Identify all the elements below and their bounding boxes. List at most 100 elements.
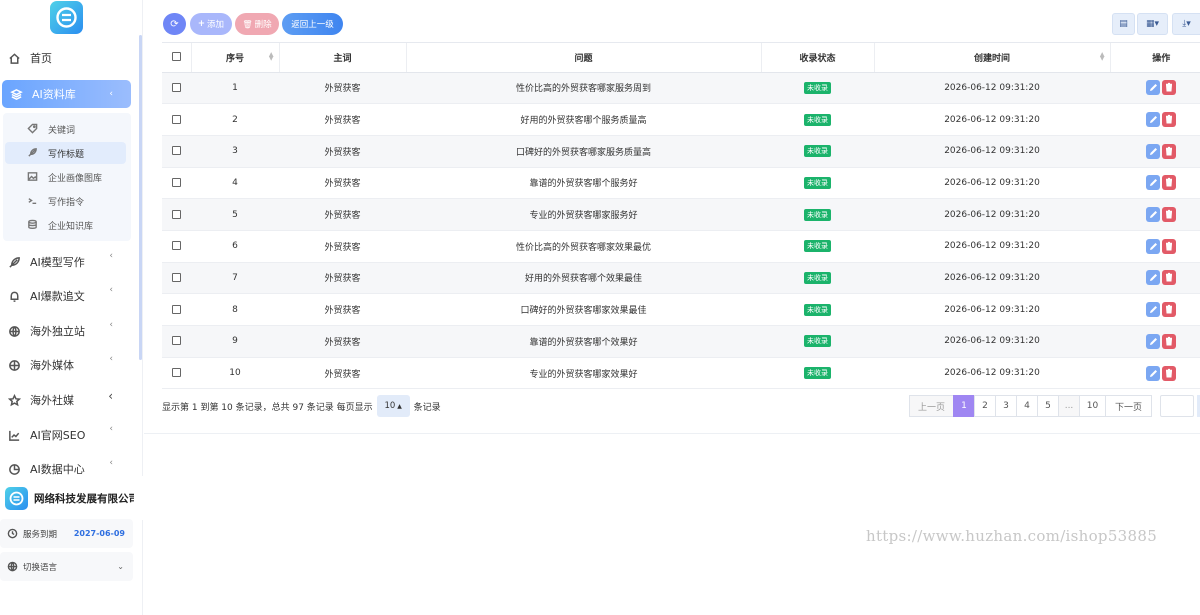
edit-button[interactable] bbox=[1146, 238, 1160, 254]
edit-button[interactable] bbox=[1146, 143, 1160, 159]
row-checkbox[interactable] bbox=[172, 114, 181, 124]
submenu-item-knowledge-base[interactable]: 企业知识库 bbox=[5, 214, 126, 236]
sidebar-item-overseas-social[interactable]: 海外社媒 ‹ bbox=[0, 386, 131, 414]
goto-page-input[interactable] bbox=[1160, 395, 1194, 417]
row-created: 2026-06-12 09:31:20 bbox=[874, 293, 1110, 326]
edit-button[interactable] bbox=[1146, 365, 1160, 381]
sidebar-item-overseas-media[interactable]: 海外媒体 ‹ bbox=[0, 351, 131, 379]
page-button[interactable]: 10 bbox=[1079, 395, 1106, 417]
columns-button[interactable]: ▦▾ bbox=[1137, 13, 1168, 35]
submenu-item-writing-titles[interactable]: 写作标题 bbox=[5, 142, 126, 164]
table-row[interactable]: 9 外贸获客 靠谱的外贸获客哪个效果好 未收录 2026-06-12 09:31:20 bbox=[162, 325, 1200, 358]
trash-icon bbox=[1165, 114, 1173, 124]
page-button[interactable]: 3 bbox=[995, 395, 1017, 417]
row-delete-button[interactable] bbox=[1162, 333, 1176, 349]
table-row[interactable]: 10 外贸获客 专业的外贸获客哪家效果好 未收录 2026-06-12 09:31:20 bbox=[162, 357, 1200, 389]
table-row[interactable]: 4 外贸获客 靠谱的外贸获客哪个服务好 未收录 2026-06-12 09:31:20 bbox=[162, 167, 1200, 200]
page-button[interactable]: 2 bbox=[974, 395, 996, 417]
image-icon bbox=[27, 171, 39, 183]
sidebar-item-trending[interactable]: AI爆款追文 ‹ bbox=[0, 282, 131, 310]
refresh-button[interactable]: ⟳ bbox=[163, 13, 186, 35]
row-actions bbox=[1110, 167, 1200, 200]
trash-icon bbox=[1165, 209, 1173, 219]
row-checkbox[interactable] bbox=[172, 336, 181, 346]
edit-button[interactable] bbox=[1146, 270, 1160, 286]
edit-button[interactable] bbox=[1146, 302, 1160, 318]
row-delete-button[interactable] bbox=[1162, 365, 1176, 381]
row-delete-button[interactable] bbox=[1162, 302, 1176, 318]
table-body: 1 外贸获客 性价比高的外贸获客哪家服务周到 未收录 2026-06-12 09:31:… bbox=[162, 72, 1200, 389]
prev-page-button[interactable]: 上一页 bbox=[909, 395, 954, 417]
table-row[interactable]: 5 外贸获客 专业的外贸获客哪家服务好 未收录 2026-06-12 09:31:20 bbox=[162, 198, 1200, 231]
page-button[interactable]: 5 bbox=[1037, 395, 1059, 417]
row-checkbox[interactable] bbox=[172, 209, 181, 219]
row-delete-button[interactable] bbox=[1162, 207, 1176, 223]
select-all-checkbox[interactable] bbox=[171, 52, 181, 62]
sidebar-item-ai-library[interactable]: AI资料库 ‹ bbox=[2, 80, 131, 108]
table-row[interactable]: 6 外贸获客 性价比高的外贸获客哪家效果最优 未收录 2026-06-12 09:31:… bbox=[162, 230, 1200, 263]
status-badge: 未收录 bbox=[804, 335, 831, 348]
next-page-button[interactable]: 下一页 bbox=[1105, 395, 1152, 417]
page-size-select[interactable]: 10 ▲ bbox=[376, 395, 410, 417]
row-index: 9 bbox=[191, 325, 279, 358]
page-button[interactable]: 4 bbox=[1016, 395, 1038, 417]
delete-button[interactable]: 🗑 删除 bbox=[235, 13, 279, 35]
table-row[interactable]: 7 外贸获客 好用的外贸获客哪个效果最佳 未收录 2026-06-12 09:31:20 bbox=[162, 262, 1200, 295]
page-ellipsis[interactable]: ... bbox=[1058, 395, 1080, 417]
language-switcher[interactable]: 切换语言 ⌄ bbox=[0, 552, 133, 581]
submenu-item-keywords[interactable]: 关键词 bbox=[5, 118, 126, 140]
terminal-icon bbox=[27, 195, 39, 207]
pagination: 上一页 1 2 3 4 5... 10 下一页 bbox=[909, 395, 1152, 417]
app-logo-icon[interactable] bbox=[50, 1, 83, 34]
sidebar-item-label: AI模型写作 bbox=[30, 256, 85, 269]
row-actions bbox=[1110, 262, 1200, 295]
table-row[interactable]: 8 外贸获客 口碑好的外贸获客哪家效果最佳 未收录 2026-06-12 09:31:2… bbox=[162, 293, 1200, 326]
sidebar-item-overseas-site[interactable]: 海外独立站 ‹ bbox=[0, 317, 131, 345]
edit-button[interactable] bbox=[1146, 175, 1160, 191]
edit-button[interactable] bbox=[1146, 80, 1160, 96]
row-delete-button[interactable] bbox=[1162, 112, 1176, 128]
pencil-icon bbox=[1150, 211, 1157, 219]
column-header-created[interactable]: 创建时间 ▲ ▼ bbox=[874, 43, 1111, 73]
row-checkbox[interactable] bbox=[172, 177, 181, 187]
column-header-index[interactable]: 序号 ▲ ▼ bbox=[191, 43, 280, 73]
table-row[interactable]: 2 外贸获客 好用的外贸获客哪个服务质量高 未收录 2026-06-12 09:31:2… bbox=[162, 103, 1200, 136]
row-delete-button[interactable] bbox=[1162, 80, 1176, 96]
row-checkbox[interactable] bbox=[172, 304, 181, 314]
row-checkbox[interactable] bbox=[172, 241, 181, 251]
toggle-view-button[interactable]: ▤ bbox=[1112, 13, 1135, 35]
row-status-cell: 未收录 bbox=[761, 103, 874, 136]
sidebar-item-ai-writing[interactable]: AI模型写作 ‹ bbox=[0, 248, 131, 276]
status-badge: 未收录 bbox=[804, 367, 831, 380]
edit-button[interactable] bbox=[1146, 333, 1160, 349]
sidebar-item-seo[interactable]: AI官网SEO ‹ bbox=[0, 421, 131, 449]
sidebar-item-home[interactable]: 首页 bbox=[0, 44, 131, 72]
submenu-item-label: 企业画像图库 bbox=[48, 173, 103, 184]
row-actions bbox=[1110, 293, 1200, 326]
row-select-cell bbox=[162, 72, 191, 105]
table-row[interactable]: 1 外贸获客 性价比高的外贸获客哪家服务周到 未收录 2026-06-12 09:31:… bbox=[162, 72, 1200, 105]
export-button[interactable]: ⤓▾ bbox=[1172, 13, 1200, 35]
row-keyword: 外贸获客 bbox=[279, 262, 406, 295]
row-delete-button[interactable] bbox=[1162, 175, 1176, 191]
page-button[interactable]: 1 bbox=[953, 395, 975, 417]
back-button[interactable]: 返回上一级 bbox=[282, 13, 343, 35]
edit-button[interactable] bbox=[1146, 112, 1160, 128]
row-checkbox[interactable] bbox=[172, 272, 181, 282]
row-checkbox[interactable] bbox=[172, 82, 181, 92]
row-delete-button[interactable] bbox=[1162, 270, 1176, 286]
edit-button[interactable] bbox=[1146, 207, 1160, 223]
row-checkbox[interactable] bbox=[172, 146, 181, 156]
add-button[interactable]: + 添加 bbox=[190, 13, 232, 35]
row-delete-button[interactable] bbox=[1162, 143, 1176, 159]
row-checkbox[interactable] bbox=[172, 368, 181, 378]
sidebar-scrollbar[interactable] bbox=[139, 35, 142, 360]
header-label: 操作 bbox=[1152, 53, 1171, 64]
submenu-item-image-gallery[interactable]: 企业画像图库 bbox=[5, 166, 126, 188]
table-row[interactable]: 3 外贸获客 口碑好的外贸获客哪家服务质量高 未收录 2026-06-12 09:31:… bbox=[162, 135, 1200, 168]
row-delete-button[interactable] bbox=[1162, 238, 1176, 254]
row-created: 2026-06-12 09:31:20 bbox=[874, 72, 1110, 105]
service-label: 服务到期 bbox=[23, 529, 58, 540]
status-badge: 未收录 bbox=[804, 303, 831, 316]
submenu-item-writing-prompts[interactable]: 写作指令 bbox=[5, 190, 126, 212]
